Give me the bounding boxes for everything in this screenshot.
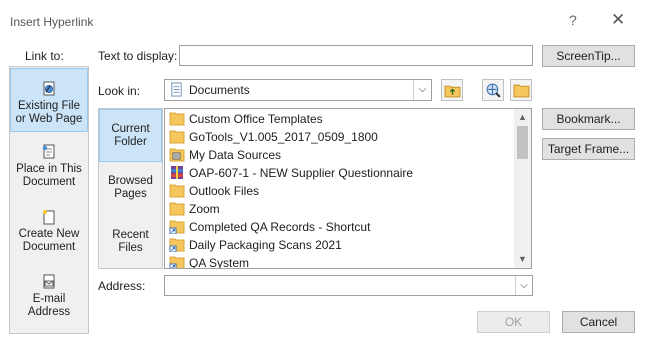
close-button[interactable]: ✕ [611, 10, 625, 30]
list-item[interactable]: QA System [167, 254, 517, 269]
nav-recent-line1: Recent [112, 229, 149, 241]
link-to-existing-line2: or Web Page [15, 113, 83, 125]
list-item[interactable]: GoTools_V1.005_2017_0509_1800 [167, 128, 517, 146]
file-list-scrollbar[interactable]: ▲ ▼ [514, 109, 531, 268]
folder-icon [169, 130, 185, 144]
link-source-nav: Current Folder Browsed Pages Recent File… [98, 108, 163, 269]
nav-recent-line2: Files [118, 242, 143, 254]
chevron-down-icon[interactable]: ⌵ [413, 80, 431, 100]
address-input[interactable]: ⌵ [164, 275, 533, 296]
ok-button[interactable]: OK [477, 311, 550, 333]
nav-browsed-line2: Pages [114, 188, 147, 200]
file-name: OAP-607-1 - NEW Supplier Questionnaire [189, 166, 414, 180]
address-label: Address: [98, 279, 146, 293]
folder-icon [169, 184, 185, 198]
file-list[interactable]: Custom Office Templates GoTools_V1.005_2… [164, 108, 532, 269]
target-frame-button[interactable]: Target Frame... [542, 138, 635, 160]
link-to-email-line1: E-mail [32, 293, 66, 305]
scroll-up-icon[interactable]: ▲ [514, 109, 531, 126]
up-folder-icon [444, 85, 461, 98]
text-to-display-input[interactable] [179, 45, 533, 66]
archive-icon [171, 166, 183, 179]
file-name: Zoom [189, 202, 220, 216]
file-name: Outlook Files [189, 184, 260, 198]
file-name: Custom Office Templates [189, 112, 323, 126]
create-new-document-icon [43, 210, 55, 225]
link-to-create-line2: Document [22, 241, 76, 253]
look-in-dropdown[interactable]: Documents ⌵ [164, 79, 432, 101]
shortcut-icon [169, 220, 185, 234]
browse-file-button[interactable] [510, 79, 532, 101]
bookmark-button[interactable]: Bookmark... [542, 108, 635, 130]
open-folder-icon [513, 84, 530, 98]
file-name: GoTools_V1.005_2017_0509_1800 [189, 130, 378, 144]
link-to-create-line1: Create New [18, 228, 80, 240]
cancel-button[interactable]: Cancel [562, 311, 635, 333]
existing-file-web-page-icon [43, 81, 55, 96]
file-name: Daily Packaging Scans 2021 [189, 238, 342, 252]
file-name: Completed QA Records - Shortcut [189, 220, 371, 234]
shortcut-icon [169, 238, 185, 252]
link-to-existing-line1: Existing File [18, 100, 80, 112]
nav-current-line2: Folder [114, 136, 147, 148]
nav-browsed-line1: Browsed [108, 175, 153, 187]
place-in-document-icon [42, 144, 55, 159]
text-to-display-label: Text to display: [98, 49, 178, 63]
link-to-place-in-document[interactable]: Place in This Document [10, 144, 88, 189]
help-button[interactable]: ? [569, 12, 577, 28]
nav-browsed-pages[interactable]: Browsed Pages [99, 175, 162, 201]
look-in-label: Look in: [98, 84, 141, 98]
up-one-folder-button[interactable] [441, 79, 463, 101]
data-sources-folder-icon [169, 148, 185, 162]
list-item[interactable]: Zoom [167, 200, 517, 218]
folder-icon [169, 112, 185, 126]
screentip-button[interactable]: ScreenTip... [542, 45, 635, 67]
nav-current-line1: Current [111, 123, 150, 135]
list-item[interactable]: My Data Sources [167, 146, 517, 164]
browse-web-icon [486, 83, 501, 98]
file-name: My Data Sources [189, 148, 282, 162]
email-address-icon [43, 274, 55, 289]
folder-icon [169, 202, 185, 216]
list-item[interactable]: Daily Packaging Scans 2021 [167, 236, 517, 254]
link-to-existing-file-web-page[interactable]: Existing File or Web Page [10, 68, 88, 132]
link-to-email-address[interactable]: E-mail Address [10, 274, 88, 319]
list-item[interactable]: OAP-607-1 - NEW Supplier Questionnaire [167, 164, 517, 182]
scroll-thumb[interactable] [517, 126, 528, 159]
dialog-title: Insert Hyperlink [10, 15, 94, 29]
shortcut-icon [169, 256, 185, 268]
documents-icon [171, 82, 182, 97]
link-to-place-line2: Document [22, 176, 76, 188]
link-to-create-new-document[interactable]: Create New Document [10, 209, 88, 254]
link-to-email-line2: Address [27, 306, 71, 318]
list-item[interactable]: Custom Office Templates [167, 110, 517, 128]
look-in-value: Documents [189, 83, 250, 97]
link-to-panel: Existing File or Web Page Place in This … [9, 66, 89, 334]
link-to-place-line1: Place in This [16, 163, 82, 175]
browse-web-button[interactable] [482, 79, 504, 101]
nav-current-folder[interactable]: Current Folder [99, 109, 162, 162]
file-name: QA System [189, 256, 250, 269]
nav-recent-files[interactable]: Recent Files [99, 229, 162, 255]
list-item[interactable]: Completed QA Records - Shortcut [167, 218, 517, 236]
link-to-label: Link to: [25, 49, 64, 63]
scroll-down-icon[interactable]: ▼ [514, 251, 531, 268]
list-item[interactable]: Outlook Files [167, 182, 517, 200]
chevron-down-icon[interactable]: ⌵ [515, 276, 532, 295]
